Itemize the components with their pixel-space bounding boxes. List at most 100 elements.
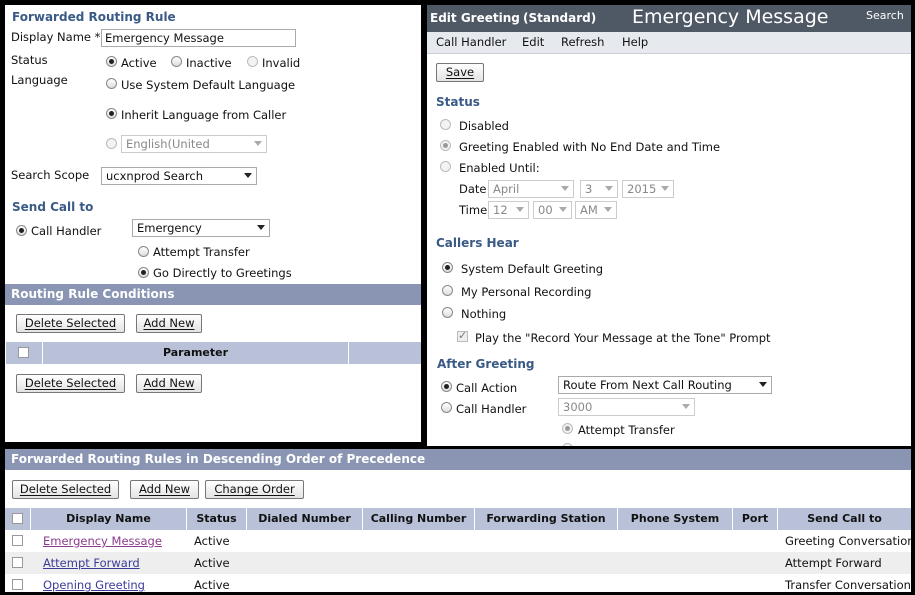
time-hour-value: 12 — [493, 203, 508, 217]
add-new-button[interactable]: Add New — [136, 314, 202, 333]
panel-title: Forwarded Routing Rule — [12, 10, 176, 24]
attempt-transfer-label: Attempt Transfer — [153, 245, 250, 259]
routing-rule-conditions-bar: Routing Rule Conditions — [5, 284, 421, 305]
after-call-handler-radio[interactable] — [441, 402, 452, 413]
system-default-greeting-radio[interactable] — [442, 262, 453, 273]
col-display-name: Display Name — [30, 508, 186, 530]
date-year-value: 2015 — [627, 182, 657, 196]
attempt-transfer-radio[interactable] — [138, 246, 149, 257]
language-specific-radio[interactable] — [106, 138, 117, 149]
forwarded-routing-rule-panel: Forwarded Routing Rule Display Name * Em… — [5, 5, 421, 442]
blank-header — [348, 342, 421, 364]
search-link[interactable]: Search — [866, 9, 904, 22]
language-default-radio[interactable] — [106, 78, 117, 89]
language-select-value: English(United States) — [126, 137, 210, 152]
rule-name-link[interactable]: Opening Greeting — [43, 578, 145, 592]
status-enabled-until-radio[interactable] — [440, 161, 451, 172]
select-all-checkbox[interactable] — [18, 347, 29, 358]
chevron-down-icon — [559, 207, 567, 212]
rule-send-to: Attempt Forward — [785, 556, 882, 570]
call-handler-select[interactable]: Emergency Message — [132, 219, 270, 237]
menu-refresh[interactable]: Refresh — [561, 35, 604, 49]
chevron-down-icon — [605, 186, 613, 191]
time-ampm-value: AM — [580, 203, 598, 217]
call-handler-radio[interactable] — [16, 225, 27, 236]
after-call-handler-label: Call Handler — [456, 402, 527, 416]
personal-recording-radio[interactable] — [442, 285, 453, 296]
date-year-select[interactable]: 2015 — [622, 180, 674, 198]
rule-status: Active — [194, 556, 230, 570]
row-checkbox[interactable] — [12, 535, 23, 546]
delete-selected-rules-button[interactable]: Delete Selected — [12, 480, 119, 499]
time-hour-select[interactable]: 12 — [488, 201, 529, 219]
date-month-value: April — [493, 182, 520, 196]
language-select[interactable]: English(United States) — [121, 135, 267, 153]
language-inherit-radio[interactable] — [106, 108, 117, 119]
status-invalid-label: Invalid — [262, 56, 301, 70]
greeting-header: Edit Greeting (Standard) Emergency Messa… — [427, 5, 911, 32]
col-phone-system: Phone System — [617, 508, 732, 530]
chevron-down-icon — [561, 186, 569, 191]
time-minute-select[interactable]: 00 — [533, 201, 572, 219]
search-scope-value: ucxnprod Search Space — [106, 169, 203, 184]
after-attempt-transfer-radio[interactable] — [562, 423, 573, 434]
row-checkbox[interactable] — [12, 579, 23, 590]
conditions-table-header: Parameter — [6, 342, 421, 364]
table-row: Opening Greeting Active Transfer Convers… — [5, 574, 911, 592]
time-ampm-select[interactable]: AM — [575, 201, 617, 219]
chevron-down-icon — [257, 225, 265, 230]
date-month-select[interactable]: April — [488, 180, 574, 198]
forwarded-routing-rules-list: Forwarded Routing Rules in Descending Or… — [5, 449, 911, 592]
chevron-down-icon — [759, 382, 767, 387]
parameter-header: Parameter — [42, 342, 348, 364]
go-directly-label: Go Directly to Greetings — [153, 266, 292, 280]
after-call-handler-select[interactable]: 3000 — [558, 398, 695, 416]
table-row: Attempt Forward Active Attempt Forward — [5, 552, 911, 574]
header-big-title: Emergency Message — [632, 6, 829, 28]
status-inactive-radio[interactable] — [171, 56, 182, 67]
delete-selected-button-bottom[interactable]: Delete Selected — [16, 374, 125, 393]
go-directly-radio[interactable] — [138, 267, 149, 278]
chevron-down-icon — [661, 186, 669, 191]
menu-help[interactable]: Help — [622, 35, 648, 49]
nothing-label: Nothing — [461, 307, 507, 321]
nothing-radio[interactable] — [442, 307, 453, 318]
change-order-button[interactable]: Change Order — [205, 480, 304, 499]
call-action-select[interactable]: Route From Next Call Routing Rule — [558, 376, 772, 394]
time-label: Time — [459, 203, 488, 217]
edit-greeting-panel: Edit Greeting (Standard) Emergency Messa… — [427, 5, 911, 446]
delete-selected-button[interactable]: Delete Selected — [16, 314, 125, 333]
record-prompt-checkbox[interactable] — [457, 329, 468, 342]
status-active-radio[interactable] — [106, 56, 117, 67]
rule-name-link[interactable]: Emergency Message — [43, 534, 162, 548]
call-action-radio[interactable] — [441, 381, 452, 392]
select-all-rules-checkbox[interactable] — [12, 513, 23, 524]
menu-edit[interactable]: Edit — [522, 35, 544, 49]
add-new-rule-button[interactable]: Add New — [130, 480, 199, 499]
col-calling-number: Calling Number — [362, 508, 474, 530]
col-dialed-number: Dialed Number — [246, 508, 362, 530]
add-new-button-bottom[interactable]: Add New — [136, 374, 202, 393]
save-button[interactable]: Save — [436, 63, 484, 82]
status-disabled-radio[interactable] — [440, 119, 451, 130]
search-scope-select[interactable]: ucxnprod Search Space — [101, 167, 257, 185]
language-inherit-label: Inherit Language from Caller — [121, 108, 287, 122]
date-day-select[interactable]: 3 — [580, 180, 618, 198]
status-enabled-until-label: Enabled Until: — [459, 161, 540, 175]
status-disabled-label: Disabled — [459, 119, 509, 133]
display-name-field[interactable]: Emergency Message — [101, 29, 296, 47]
rules-list-title-bar: Forwarded Routing Rules in Descending Or… — [5, 449, 911, 470]
status-active-label: Active — [121, 56, 157, 70]
menu-call-handler[interactable]: Call Handler — [436, 35, 506, 49]
status-invalid-radio[interactable] — [247, 56, 258, 67]
after-greeting-title: After Greeting — [437, 357, 535, 371]
chevron-down-icon — [604, 207, 612, 212]
after-attempt-transfer-label: Attempt Transfer — [578, 423, 675, 437]
status-enabled-radio[interactable] — [440, 140, 451, 151]
language-default-label: Use System Default Language — [121, 78, 296, 92]
language-label: Language — [11, 73, 68, 87]
rule-name-link[interactable]: Attempt Forward — [43, 556, 140, 570]
after-go-directly-radio[interactable] — [562, 443, 573, 446]
record-prompt-label: Play the "Record Your Message at the Ton… — [475, 331, 771, 345]
row-checkbox[interactable] — [12, 557, 23, 568]
